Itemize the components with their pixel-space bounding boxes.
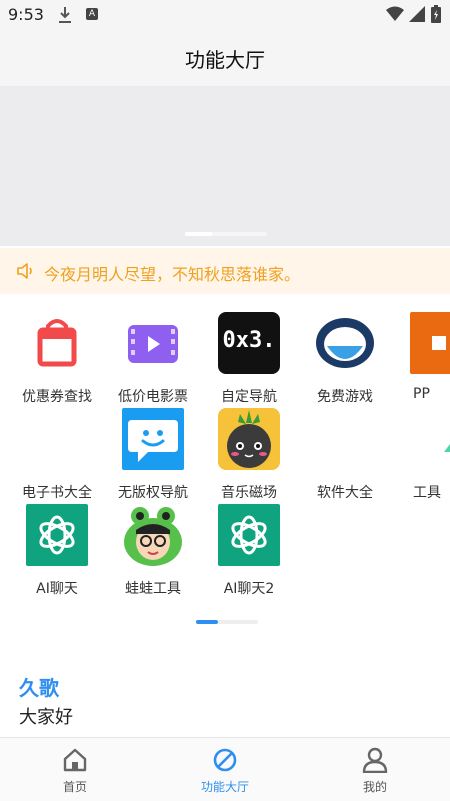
tool-icon [410,408,450,470]
tool-music-field[interactable]: 音乐磁场 [201,401,297,501]
notice-text: 今夜月明人尽望，不知秋思落谁家。 [44,265,301,284]
software-icon [314,408,376,470]
tool-free-games[interactable]: 免费游戏 [297,305,393,405]
section-title: 久歌 [19,676,59,700]
tool-label: AI聊天 [36,581,78,597]
ai-chat-icon [218,504,280,566]
tool-label: AI聊天2 [223,581,275,597]
tool-ai-chat-2[interactable]: AI聊天2 [201,497,297,597]
tool-frog-tools[interactable]: 蛙蛙工具 [105,497,201,597]
page-header: 功能大厅 [0,30,450,86]
tool-label: 软件大全 [317,485,373,501]
speaker-icon [17,263,32,279]
banner-carousel[interactable] [0,86,450,246]
banner-indicator-track [213,232,267,236]
grid-pager-track [218,620,258,624]
game-icon [314,312,376,374]
tool-label: 工具 [413,485,441,501]
tool-ebooks[interactable]: 电子书大全 [9,401,105,501]
tool-copyright-free-nav[interactable]: 无版权导航 [105,401,201,501]
page-title: 功能大厅 [185,48,265,72]
section-subtitle: 大家好 [19,707,73,728]
tool-ppt[interactable]: PP [393,305,450,402]
tab-profile[interactable]: 我的 [300,738,450,801]
ebook-icon [26,408,88,470]
home-icon [63,748,87,772]
download-icon [59,7,71,23]
0x3-logo-text: 0x3. [222,328,276,353]
status-bar: 9:53 A [0,0,450,30]
grid-pager-active [196,620,218,624]
tools-grid: 优惠券查找 低价电影票 0x3. 自定导航 免费游戏 PP 电子书大全 无版权导… [0,305,450,605]
tool-tools[interactable]: 工具 [393,401,450,501]
tab-label: 首页 [62,780,87,794]
smile-chat-icon [122,408,184,470]
status-time: 9:53 [8,5,44,24]
bottom-tab-bar: 首页 功能大厅 我的 [0,737,450,801]
tool-cheap-movie-tickets[interactable]: 低价电影票 [105,305,201,405]
app-notification-icon: A [86,8,98,20]
signal-icon [409,6,425,22]
notice-bar[interactable]: 今夜月明人尽望，不知秋思落谁家。 [0,248,450,294]
fruit-music-icon [218,408,280,470]
ai-chat-icon [26,504,88,566]
tab-home[interactable]: 首页 [0,738,150,801]
0x3-logo-icon: 0x3. [218,312,280,374]
tool-custom-nav[interactable]: 0x3. 自定导航 [201,305,297,405]
tab-label: 功能大厅 [200,780,249,794]
shopping-bag-icon [26,312,88,374]
tab-function-hall[interactable]: 功能大厅 [150,738,300,801]
tab-label: 我的 [362,780,387,794]
tool-software[interactable]: 软件大全 [297,401,393,501]
ppt-icon [410,312,450,374]
tool-label: PP [413,386,430,402]
tool-coupon-search[interactable]: 优惠券查找 [9,305,105,405]
tool-label: 蛙蛙工具 [125,581,181,597]
wifi-icon [386,6,404,21]
battery-icon [431,5,441,23]
tool-ai-chat[interactable]: AI聊天 [9,497,105,597]
banner-indicator-active [185,232,213,236]
frog-icon [122,504,184,566]
film-icon [122,312,184,374]
compass-icon [213,748,237,772]
profile-icon [362,747,388,773]
